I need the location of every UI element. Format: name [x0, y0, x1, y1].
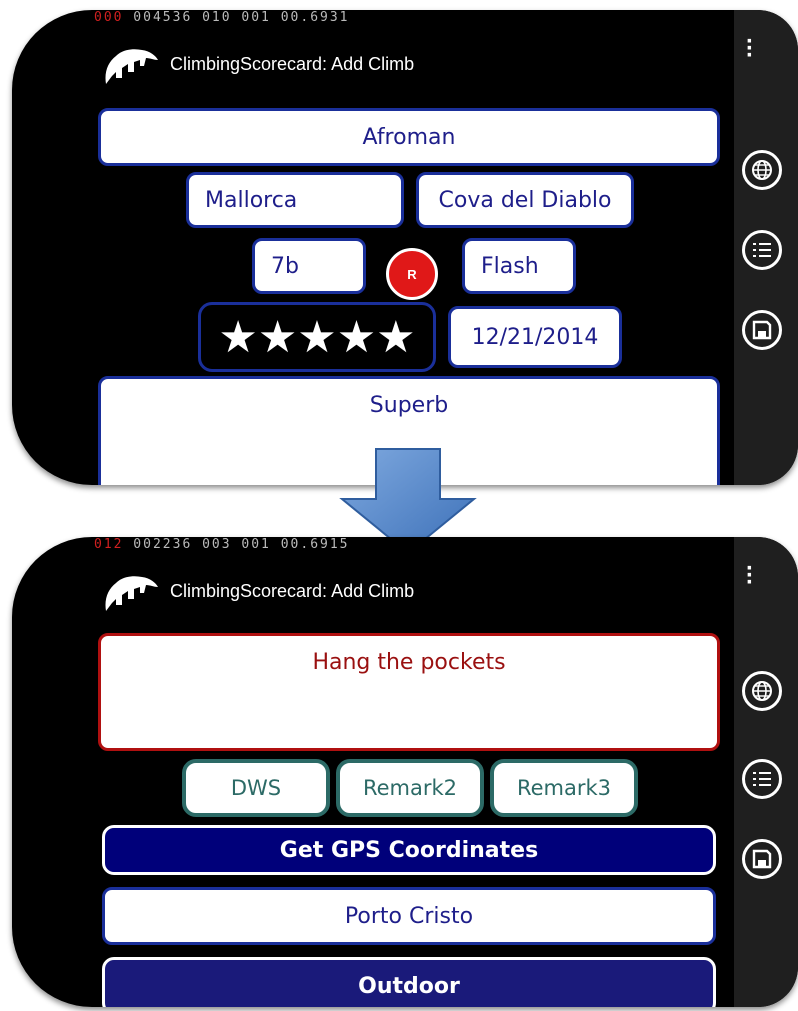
- route-name-field[interactable]: Afroman: [98, 108, 720, 166]
- location-field[interactable]: Porto Cristo: [102, 887, 716, 945]
- globe-icon[interactable]: [742, 150, 782, 190]
- app-bar: · · ·: [734, 537, 798, 1007]
- star-rating[interactable]: ★★★★★: [198, 302, 436, 372]
- redpoint-toggle[interactable]: R: [386, 248, 438, 300]
- comment-field[interactable]: Hang the pockets: [98, 633, 720, 751]
- remark2-button[interactable]: Remark2: [336, 759, 484, 817]
- app-header: ClimbingScorecard: Add Climb: [98, 569, 414, 613]
- app-bar: · · ·: [734, 10, 798, 485]
- app-title: ClimbingScorecard: Add Climb: [170, 53, 415, 74]
- outdoor-toggle-button[interactable]: Outdoor: [102, 957, 716, 1007]
- more-options-icon[interactable]: · · ·: [746, 557, 754, 595]
- save-icon[interactable]: [742, 310, 782, 350]
- hand-logo-icon: [105, 576, 158, 611]
- date-field[interactable]: 12/21/2014: [448, 306, 622, 368]
- hand-logo-icon: [105, 49, 158, 84]
- grade-field[interactable]: 7b: [252, 238, 366, 294]
- globe-icon[interactable]: [742, 671, 782, 711]
- more-options-icon[interactable]: · · ·: [746, 30, 754, 68]
- top-phone-screen: 000 004536 010 001 00.6931 ClimbingScore…: [12, 10, 798, 485]
- save-icon[interactable]: [742, 839, 782, 879]
- app-title: ClimbingScorecard: Add Climb: [170, 580, 415, 601]
- remark-dws-button[interactable]: DWS: [182, 759, 330, 817]
- frame-rate-counter: 000 004536 010 001 00.6931: [94, 10, 350, 25]
- list-icon[interactable]: [742, 759, 782, 799]
- bottom-phone-screen: 012 002236 003 001 00.6915 ClimbingScore…: [12, 537, 798, 1007]
- crag-field[interactable]: Cova del Diablo: [416, 172, 634, 228]
- style-field[interactable]: Flash: [462, 238, 576, 294]
- list-icon[interactable]: [742, 230, 782, 270]
- app-header: ClimbingScorecard: Add Climb: [98, 42, 414, 86]
- frame-rate-counter: 012 002236 003 001 00.6915: [94, 537, 350, 552]
- get-gps-coordinates-button[interactable]: Get GPS Coordinates: [102, 825, 716, 875]
- area-field[interactable]: Mallorca: [186, 172, 404, 228]
- remark3-button[interactable]: Remark3: [490, 759, 638, 817]
